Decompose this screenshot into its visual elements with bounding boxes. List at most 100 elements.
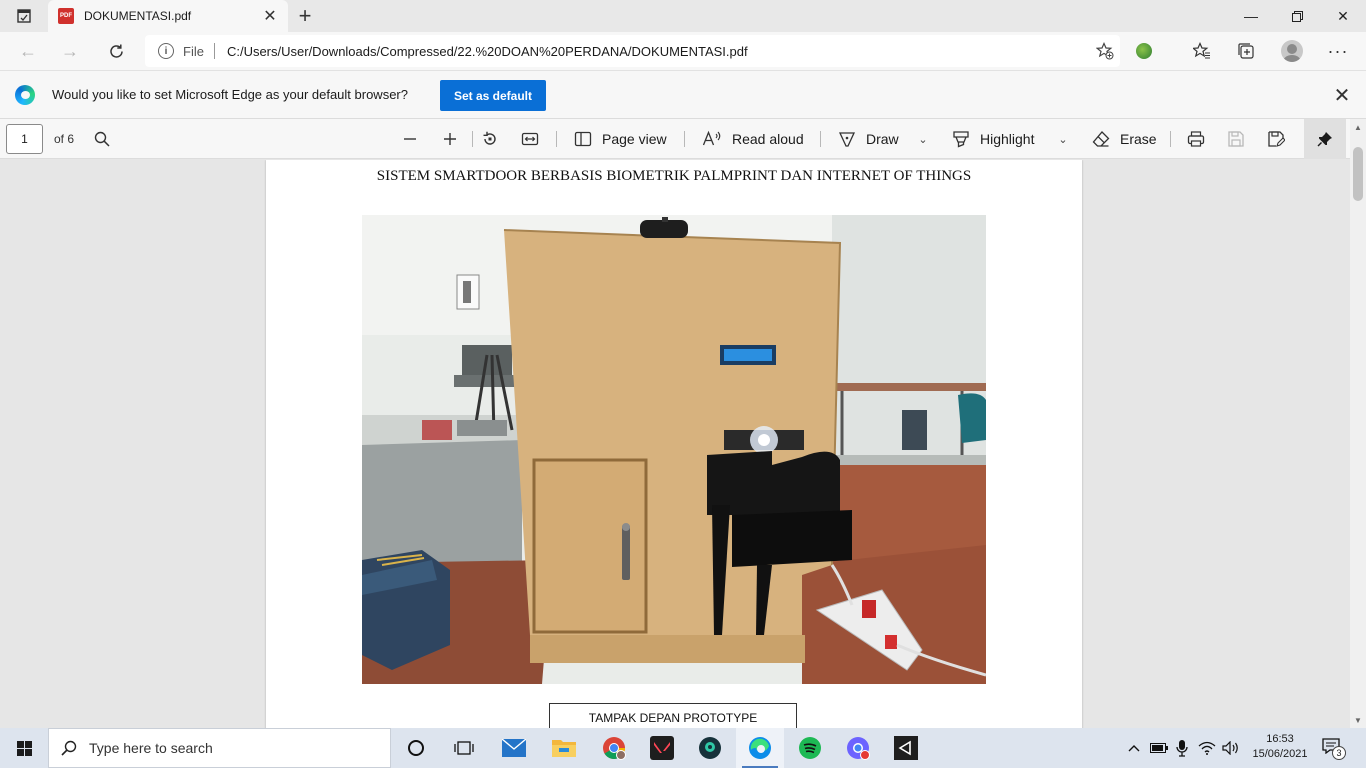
- page-view-icon: [574, 131, 592, 147]
- infobar-close-icon[interactable]: ✕: [1330, 83, 1354, 107]
- print-icon[interactable]: [1182, 123, 1210, 155]
- microphone-icon[interactable]: [1172, 728, 1192, 768]
- system-clock[interactable]: 16:53 15/06/2021: [1244, 732, 1316, 762]
- fit-to-width-icon[interactable]: [516, 123, 544, 155]
- tab-bar: PDF DOKUMENTASI.pdf ✕ + — ✕: [0, 0, 1366, 32]
- edge-taskbar-icon[interactable]: [736, 728, 784, 768]
- erase-button[interactable]: Erase: [1092, 123, 1157, 155]
- pdf-file-icon: PDF: [58, 8, 74, 24]
- back-arrow-icon[interactable]: ←: [12, 35, 44, 67]
- page-count: of 6: [54, 132, 75, 146]
- pdf-toolbar: of 6 Page view Read aloud Draw ⌄ Highlig…: [0, 119, 1366, 159]
- taskbar-search[interactable]: Type here to search: [48, 728, 391, 768]
- tab-actions-icon: [17, 9, 31, 23]
- photo-caption: TAMPAK DEPAN PROTOTYPE: [549, 703, 797, 728]
- volume-icon[interactable]: [1220, 728, 1242, 768]
- windows-logo-icon: [16, 740, 32, 756]
- pdf-search-icon[interactable]: [90, 127, 114, 151]
- task-view-icon[interactable]: [440, 728, 488, 768]
- battery-icon[interactable]: [1148, 728, 1170, 768]
- read-aloud-button[interactable]: Read aloud: [702, 123, 804, 155]
- eraser-icon: [1092, 131, 1110, 147]
- save-icon[interactable]: [1222, 123, 1250, 155]
- address-bar: ← → i File C:/Users/User/Downloads/Compr…: [0, 32, 1366, 70]
- pdf-viewer[interactable]: SISTEM SMARTDOOR BERBASIS BIOMETRIK PALM…: [0, 160, 1350, 728]
- mail-icon[interactable]: [490, 728, 538, 768]
- restore-button[interactable]: [1274, 0, 1320, 32]
- infobar-message: Would you like to set Microsoft Edge as …: [52, 87, 408, 102]
- draw-options-chevron-icon[interactable]: ⌄: [914, 123, 932, 155]
- draw-button[interactable]: Draw: [838, 123, 899, 155]
- url-text[interactable]: C:/Users/User/Downloads/Compressed/22.%2…: [227, 44, 1090, 59]
- draw-label: Draw: [866, 131, 899, 147]
- notification-count-badge: 3: [1332, 746, 1346, 760]
- start-button[interactable]: [0, 728, 48, 768]
- collections-icon[interactable]: [1230, 35, 1262, 67]
- url-field[interactable]: i File C:/Users/User/Downloads/Compresse…: [145, 35, 1120, 67]
- highlight-button[interactable]: Highlight: [952, 123, 1034, 155]
- rotate-icon[interactable]: [476, 123, 504, 155]
- forward-arrow-icon[interactable]: →: [54, 35, 86, 67]
- pdf-page: SISTEM SMARTDOOR BERBASIS BIOMETRIK PALM…: [266, 160, 1082, 728]
- omnibox-divider: [213, 43, 215, 59]
- search-placeholder: Type here to search: [89, 740, 213, 756]
- zoom-out-icon[interactable]: [396, 123, 424, 155]
- close-window-button[interactable]: ✕: [1320, 0, 1366, 32]
- draw-icon: [838, 132, 856, 147]
- windows-taskbar: Type here to search 16:53 15/06/2021 3: [0, 728, 1366, 768]
- action-center-button[interactable]: 3: [1322, 738, 1346, 760]
- vertical-scrollbar[interactable]: ▲ ▼: [1350, 119, 1366, 728]
- chrome-profile-icon[interactable]: [834, 728, 882, 768]
- minimize-button[interactable]: —: [1228, 0, 1274, 32]
- new-tab-button[interactable]: +: [292, 3, 318, 28]
- gitkraken-icon[interactable]: [686, 728, 734, 768]
- clock-date: 15/06/2021: [1252, 748, 1308, 760]
- scroll-down-arrow-icon[interactable]: ▼: [1354, 716, 1362, 725]
- prototype-photo: [362, 215, 986, 684]
- toolbar-divider: [1170, 131, 1171, 147]
- scrollbar-thumb[interactable]: [1353, 147, 1363, 201]
- page-view-label: Page view: [602, 131, 667, 147]
- read-aloud-icon: [702, 130, 721, 146]
- valorant-icon[interactable]: [638, 728, 686, 768]
- save-as-icon[interactable]: [1262, 123, 1290, 155]
- browser-tab[interactable]: PDF DOKUMENTASI.pdf ✕: [48, 0, 288, 32]
- erase-label: Erase: [1120, 131, 1157, 147]
- toolbar-divider: [472, 131, 473, 147]
- search-icon: [61, 740, 77, 756]
- wifi-icon[interactable]: [1196, 728, 1218, 768]
- toolbar-divider: [684, 131, 685, 147]
- chrome-icon[interactable]: [590, 728, 638, 768]
- site-info-icon[interactable]: i: [158, 43, 174, 59]
- spotify-icon[interactable]: [786, 728, 834, 768]
- tab-close-icon[interactable]: ✕: [258, 4, 282, 28]
- default-browser-infobar: Would you like to set Microsoft Edge as …: [0, 70, 1366, 119]
- restore-icon: [1291, 10, 1303, 22]
- highlight-options-chevron-icon[interactable]: ⌄: [1054, 123, 1072, 155]
- page-view-button[interactable]: Page view: [574, 123, 667, 155]
- set-as-default-button[interactable]: Set as default: [440, 80, 546, 111]
- add-favorite-icon[interactable]: [1090, 36, 1120, 66]
- scroll-up-arrow-icon[interactable]: ▲: [1354, 123, 1362, 132]
- refresh-icon[interactable]: [100, 35, 132, 67]
- page-number-input[interactable]: [6, 124, 43, 154]
- toolbar-divider: [556, 131, 557, 147]
- show-hidden-icons-chevron-icon[interactable]: [1124, 728, 1144, 768]
- cortana-icon[interactable]: [392, 728, 440, 768]
- tab-title: DOKUMENTASI.pdf: [84, 9, 192, 23]
- toolbar-divider: [820, 131, 821, 147]
- profile-avatar[interactable]: [1276, 35, 1308, 67]
- scheme-label: File: [183, 43, 204, 59]
- tab-actions-button[interactable]: [6, 4, 42, 28]
- highlight-icon: [953, 131, 969, 148]
- more-options-icon[interactable]: ···: [1322, 35, 1354, 67]
- unity-icon[interactable]: [882, 728, 930, 768]
- window-controls: — ✕: [1228, 0, 1366, 32]
- favorites-icon[interactable]: [1186, 35, 1218, 67]
- file-explorer-icon[interactable]: [540, 728, 588, 768]
- pin-toolbar-icon[interactable]: [1304, 119, 1346, 159]
- clock-time: 16:53: [1266, 733, 1294, 745]
- zoom-in-icon[interactable]: [436, 123, 464, 155]
- extension-icon[interactable]: [1128, 35, 1160, 67]
- document-title: SISTEM SMARTDOOR BERBASIS BIOMETRIK PALM…: [376, 168, 972, 184]
